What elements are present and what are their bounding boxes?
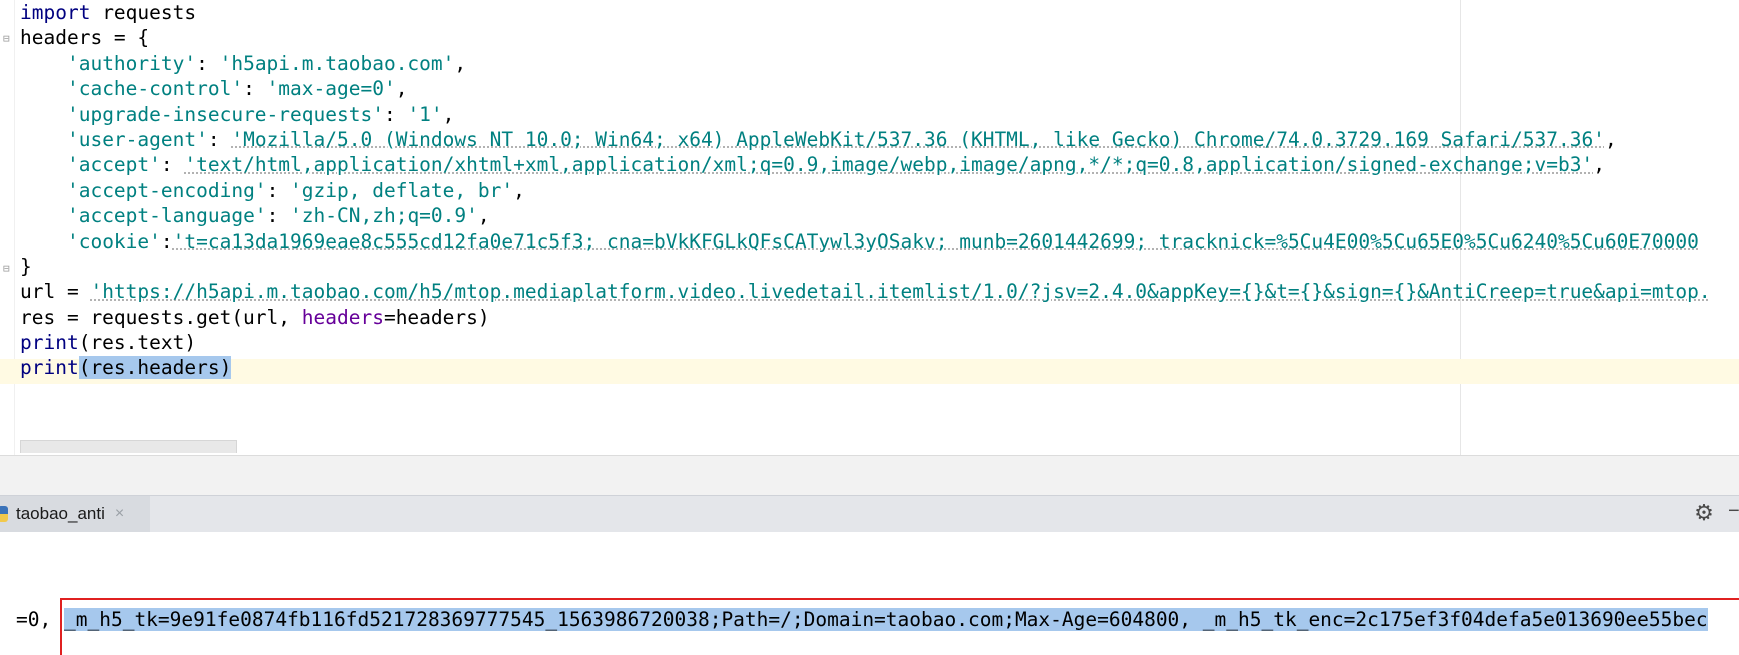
code-token: } xyxy=(20,254,32,278)
code-token: 'https://h5api.m.taobao.com/h5/mtop.medi… xyxy=(90,280,1711,304)
code-line[interactable]: 'authority': 'h5api.m.taobao.com', xyxy=(20,51,1711,76)
code-token: 'h5api.m.taobao.com' xyxy=(219,51,455,75)
code-token: print xyxy=(20,331,79,355)
code-token: : xyxy=(266,204,291,228)
code-line[interactable]: 'accept': 'text/html,application/xhtml+x… xyxy=(20,152,1711,177)
code-token: , xyxy=(477,204,490,228)
code-token: : xyxy=(160,229,173,253)
code-line[interactable]: print(res.headers) xyxy=(20,355,1711,380)
code-token: : xyxy=(383,102,408,126)
python-file-icon xyxy=(0,506,8,522)
code-token: 'cookie' xyxy=(66,229,161,253)
code-token: =headers) xyxy=(383,305,490,329)
code-token: , xyxy=(1593,153,1605,177)
horizontal-scrollbar-thumb[interactable] xyxy=(20,440,237,453)
code-line[interactable]: 'cache-control': 'max-age=0', xyxy=(20,76,1711,101)
run-tool-window-header: taobao_anti × ⚙ − xyxy=(0,495,1739,533)
code-editor[interactable]: ⊟ ⊟ import requests headers = { 'authorit… xyxy=(0,0,1739,455)
code-token: 'max-age=0' xyxy=(266,77,396,101)
code-token: import xyxy=(20,1,91,24)
fold-close-icon[interactable]: ⊟ xyxy=(3,262,15,276)
code-token: res = requests.get(url, xyxy=(20,305,302,329)
console-output-selected[interactable]: _m_h5_tk=9e91fe0874fb116fd52172836977754… xyxy=(64,608,1708,631)
fold-open-icon[interactable]: ⊟ xyxy=(3,32,15,46)
code-token: 'accept-encoding' xyxy=(66,178,267,202)
code-token: : xyxy=(266,178,291,202)
code-line[interactable]: res = requests.get(url, headers=headers) xyxy=(20,305,1711,330)
code-token: , xyxy=(513,178,525,202)
run-tab-label: taobao_anti xyxy=(16,504,105,523)
minimize-icon[interactable]: − xyxy=(1728,500,1739,523)
code-token: 'cache-control' xyxy=(66,77,244,101)
code-token: 'upgrade-insecure-requests' xyxy=(66,102,384,126)
code-token: , xyxy=(395,77,408,101)
close-icon[interactable]: × xyxy=(115,505,124,523)
code-line[interactable]: url = 'https://h5api.m.taobao.com/h5/mto… xyxy=(20,279,1711,304)
code-token: 'accept' xyxy=(66,153,161,177)
gear-icon[interactable]: ⚙ xyxy=(1693,502,1715,524)
code-line[interactable]: } xyxy=(20,254,1711,279)
code-token: print xyxy=(20,356,79,380)
run-tab-taobao-anti[interactable]: taobao_anti × xyxy=(0,496,150,532)
code-line[interactable]: headers = { xyxy=(20,25,1711,50)
code-token: 't=ca13da1969eae8c555cd12fa0e71c5f3; cna… xyxy=(172,229,1699,253)
code-token: , xyxy=(442,102,455,126)
code-token: url = xyxy=(20,280,91,304)
code-token: (res.headers) xyxy=(78,356,232,380)
code-line[interactable]: print(res.text) xyxy=(20,330,1711,355)
code-line[interactable]: 'user-agent': 'Mozilla/5.0 (Windows NT 1… xyxy=(20,127,1711,152)
code-token: , xyxy=(454,51,467,75)
code-line[interactable]: import requests xyxy=(20,0,1711,25)
code-token: '1' xyxy=(407,102,443,126)
panel-splitter[interactable] xyxy=(0,455,1739,496)
code-line[interactable]: 'cookie':'t=ca13da1969eae8c555cd12fa0e71… xyxy=(20,229,1711,254)
code-text[interactable]: import requests headers = { 'authority': … xyxy=(20,0,1711,381)
code-token: 'text/html,application/xhtml+xml,applica… xyxy=(184,153,1594,177)
code-line[interactable]: 'upgrade-insecure-requests': '1', xyxy=(20,102,1711,127)
code-token: 'zh-CN,zh;q=0.9' xyxy=(290,204,478,228)
code-token: headers xyxy=(301,305,384,329)
gutter-divider xyxy=(14,0,15,455)
code-token: 'authority' xyxy=(66,51,197,75)
code-token: , xyxy=(1604,127,1617,151)
run-console[interactable]: =0, _m_h5_tk=9e91fe0874fb116fd5217283697… xyxy=(0,532,1739,655)
code-line[interactable]: 'accept-encoding': 'gzip, deflate, br', xyxy=(20,178,1711,203)
code-line[interactable]: 'accept-language': 'zh-CN,zh;q=0.9', xyxy=(20,203,1711,228)
code-token: 'Mozilla/5.0 (Windows NT 10.0; Win64; x6… xyxy=(231,127,1605,151)
code-token: 'user-agent' xyxy=(66,127,208,151)
code-token: : xyxy=(160,153,185,177)
code-token: 'accept-language' xyxy=(66,204,267,228)
code-token: 'gzip, deflate, br' xyxy=(290,178,514,202)
code-token: : xyxy=(196,51,220,75)
code-token: headers = { xyxy=(20,26,150,50)
code-token: (res.text) xyxy=(78,331,197,355)
code-token: requests xyxy=(90,1,197,24)
code-token: : xyxy=(243,77,267,101)
code-token: : xyxy=(207,127,232,151)
console-prefix-text: =0, xyxy=(16,608,63,631)
